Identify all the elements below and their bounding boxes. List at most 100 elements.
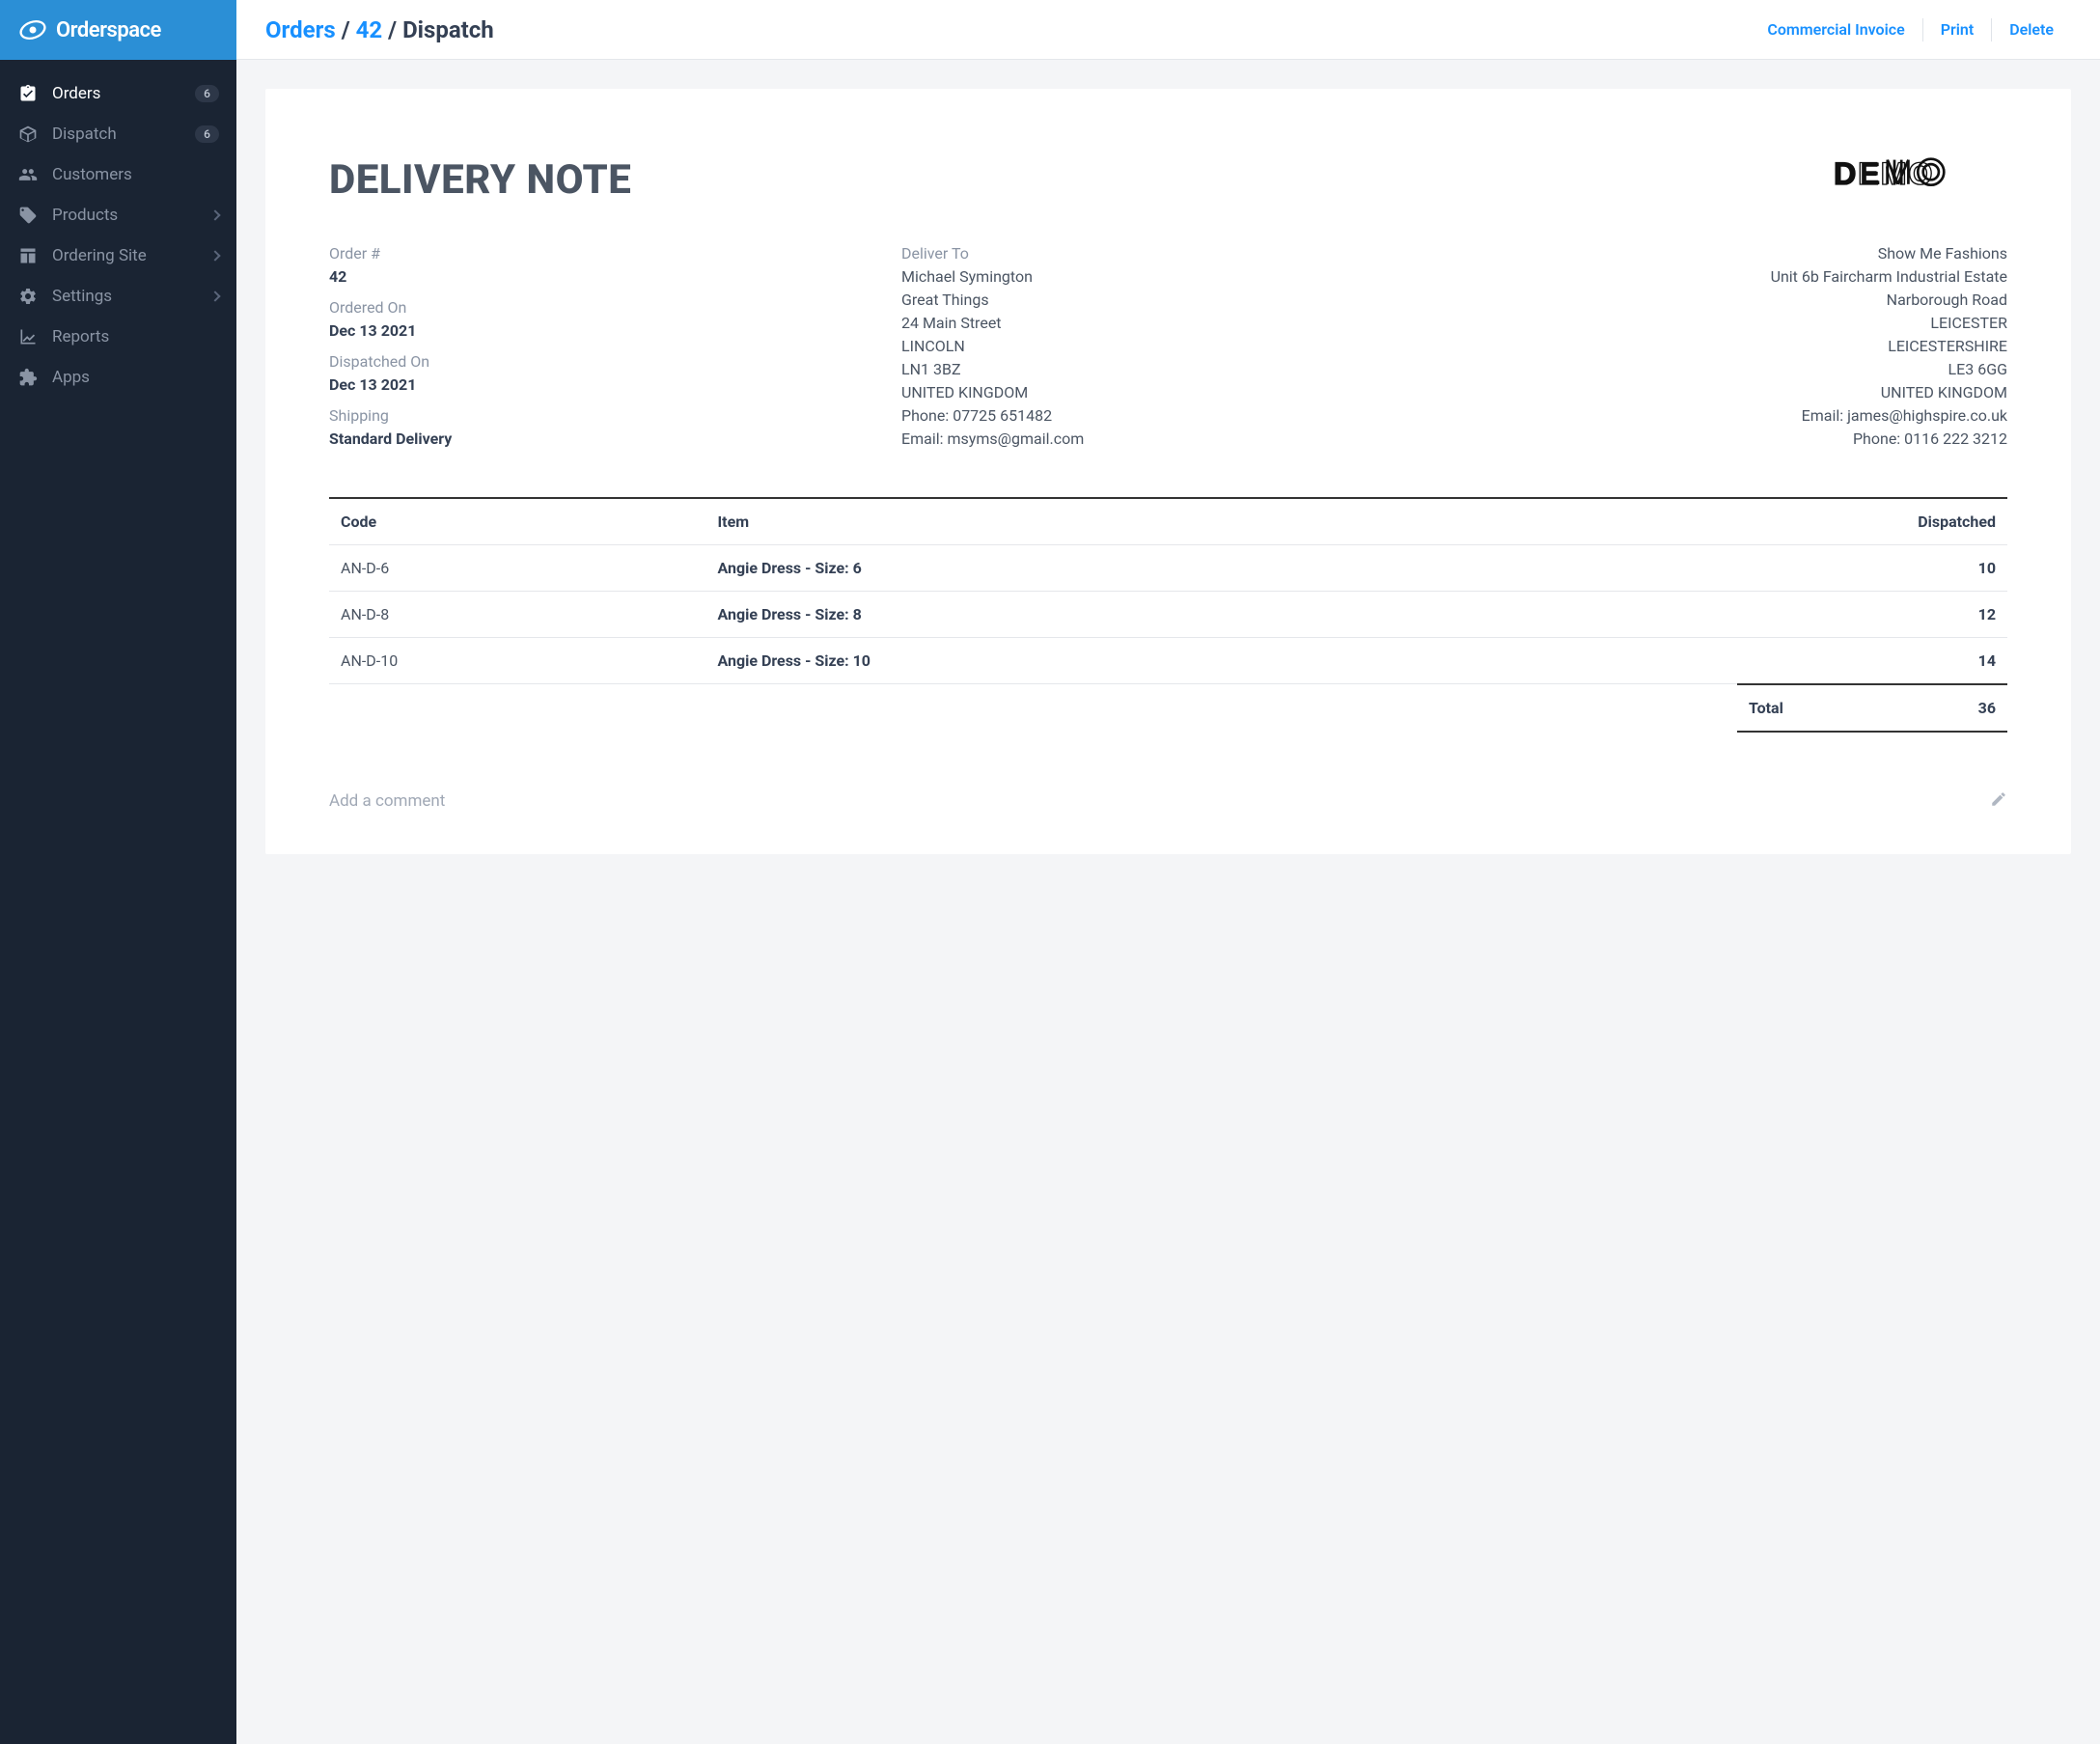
recipient-name: Michael Symington bbox=[901, 265, 1435, 289]
comment-placeholder: Add a comment bbox=[329, 791, 445, 811]
document-info: Order # 42 Ordered On Dec 13 2021 Dispat… bbox=[329, 242, 2007, 458]
recipient-country: UNITED KINGDOM bbox=[901, 381, 1435, 404]
sidebar-badge: 6 bbox=[195, 125, 219, 143]
deliver-to-column: Deliver To Michael Symington Great Thing… bbox=[901, 242, 1435, 458]
sidebar-item-reports[interactable]: Reports bbox=[0, 317, 236, 357]
sender-phone: Phone: 0116 222 3212 bbox=[1474, 428, 2007, 451]
total-label: Total bbox=[1749, 699, 1783, 717]
company-logo: DEMO D E bbox=[1834, 156, 2007, 195]
sender-line1: Unit 6b Faircharm Industrial Estate bbox=[1474, 265, 2007, 289]
sidebar-item-label: Settings bbox=[52, 287, 198, 306]
website-icon bbox=[17, 245, 39, 266]
delete-link[interactable]: Delete bbox=[1992, 20, 2071, 39]
people-icon bbox=[17, 164, 39, 185]
recipient-street: 24 Main Street bbox=[901, 312, 1435, 335]
sidebar-item-products[interactable]: Products bbox=[0, 195, 236, 235]
chart-line-icon bbox=[17, 326, 39, 347]
breadcrumb-orders-link[interactable]: Orders bbox=[265, 16, 336, 43]
svg-text:D: D bbox=[1834, 156, 1858, 191]
dispatched-on: Dec 13 2021 bbox=[329, 374, 863, 397]
table-row: AN-D-8 Angie Dress - Size: 8 12 bbox=[329, 592, 2007, 638]
clipboard-check-icon bbox=[17, 83, 39, 104]
dispatched-on-label: Dispatched On bbox=[329, 350, 863, 374]
delivery-note-document: DELIVERY NOTE DEMO D E bbox=[265, 89, 2071, 854]
pencil-icon[interactable] bbox=[1990, 790, 2007, 812]
sidebar-item-settings[interactable]: Settings bbox=[0, 276, 236, 317]
sidebar-header: Orderspace bbox=[0, 0, 236, 60]
tag-icon bbox=[17, 205, 39, 226]
sender-company: Show Me Fashions bbox=[1474, 242, 2007, 265]
recipient-email: Email: msyms@gmail.com bbox=[901, 428, 1435, 451]
cell-dispatched: 10 bbox=[1533, 545, 2007, 592]
chevron-right-icon bbox=[209, 291, 220, 301]
breadcrumb-order-id-link[interactable]: 42 bbox=[356, 16, 383, 43]
table-row: AN-D-6 Angie Dress - Size: 6 10 bbox=[329, 545, 2007, 592]
sender-postcode: LE3 6GG bbox=[1474, 358, 2007, 381]
sidebar-item-label: Dispatch bbox=[52, 125, 181, 144]
sidebar-item-label: Customers bbox=[52, 165, 219, 184]
gear-icon bbox=[17, 286, 39, 307]
order-num: 42 bbox=[329, 265, 863, 289]
ordered-on: Dec 13 2021 bbox=[329, 319, 863, 343]
sender-column: Show Me Fashions Unit 6b Faircharm Indus… bbox=[1474, 242, 2007, 458]
shipping-label: Shipping bbox=[329, 404, 863, 428]
deliver-to-label: Deliver To bbox=[901, 242, 1435, 265]
sender-country: UNITED KINGDOM bbox=[1474, 381, 2007, 404]
header-code: Code bbox=[329, 498, 705, 545]
sidebar: Orderspace Orders 6 Dispatch 6 Customers… bbox=[0, 0, 236, 1744]
document-header: DELIVERY NOTE DEMO D E bbox=[329, 156, 2007, 204]
recipient-postcode: LN1 3BZ bbox=[901, 358, 1435, 381]
package-icon bbox=[17, 124, 39, 145]
sidebar-nav: Orders 6 Dispatch 6 Customers Products O… bbox=[0, 60, 236, 398]
total-value: 36 bbox=[1978, 699, 1996, 717]
cell-item: Angie Dress - Size: 6 bbox=[705, 545, 1533, 592]
table-row: AN-D-10 Angie Dress - Size: 10 14 bbox=[329, 638, 2007, 684]
brand-name: Orderspace bbox=[56, 18, 161, 42]
recipient-city: LINCOLN bbox=[901, 335, 1435, 358]
sidebar-item-label: Orders bbox=[52, 84, 181, 103]
brand-logo-icon bbox=[19, 16, 46, 43]
sender-region: LEICESTERSHIRE bbox=[1474, 335, 2007, 358]
sidebar-item-apps[interactable]: Apps bbox=[0, 357, 236, 398]
header-item: Item bbox=[705, 498, 1533, 545]
sender-city: LEICESTER bbox=[1474, 312, 2007, 335]
cell-code: AN-D-6 bbox=[329, 545, 705, 592]
sidebar-badge: 6 bbox=[195, 85, 219, 102]
puzzle-icon bbox=[17, 367, 39, 388]
ordered-on-label: Ordered On bbox=[329, 296, 863, 319]
content-area: DELIVERY NOTE DEMO D E bbox=[236, 60, 2100, 883]
breadcrumb: Orders/42/Dispatch bbox=[265, 16, 494, 43]
breadcrumb-current: Dispatch bbox=[402, 16, 494, 43]
sidebar-item-ordering-site[interactable]: Ordering Site bbox=[0, 235, 236, 276]
cell-code: AN-D-10 bbox=[329, 638, 705, 684]
cell-code: AN-D-8 bbox=[329, 592, 705, 638]
sidebar-item-dispatch[interactable]: Dispatch 6 bbox=[0, 114, 236, 154]
cell-dispatched: 14 bbox=[1533, 638, 2007, 684]
cell-item: Angie Dress - Size: 8 bbox=[705, 592, 1533, 638]
comment-section[interactable]: Add a comment bbox=[329, 790, 2007, 812]
chevron-right-icon bbox=[209, 250, 220, 261]
cell-item: Angie Dress - Size: 10 bbox=[705, 638, 1533, 684]
order-info-column: Order # 42 Ordered On Dec 13 2021 Dispat… bbox=[329, 242, 863, 458]
sidebar-item-customers[interactable]: Customers bbox=[0, 154, 236, 195]
print-link[interactable]: Print bbox=[1923, 20, 1992, 39]
total-row: Total 36 bbox=[329, 684, 2007, 733]
sidebar-item-label: Products bbox=[52, 206, 198, 225]
shipping-method: Standard Delivery bbox=[329, 428, 863, 451]
main-content: Orders/42/Dispatch Commercial Invoice Pr… bbox=[236, 0, 2100, 1744]
chevron-right-icon bbox=[209, 209, 220, 220]
sidebar-item-label: Apps bbox=[52, 368, 219, 387]
sidebar-item-label: Ordering Site bbox=[52, 246, 198, 265]
header-dispatched: Dispatched bbox=[1533, 498, 2007, 545]
top-actions: Commercial Invoice Print Delete bbox=[1750, 18, 2071, 42]
sidebar-item-label: Reports bbox=[52, 327, 219, 346]
sidebar-item-orders[interactable]: Orders 6 bbox=[0, 73, 236, 114]
sender-line2: Narborough Road bbox=[1474, 289, 2007, 312]
items-table: Code Item Dispatched AN-D-6 Angie Dress … bbox=[329, 497, 2007, 684]
commercial-invoice-link[interactable]: Commercial Invoice bbox=[1750, 20, 1921, 39]
cell-dispatched: 12 bbox=[1533, 592, 2007, 638]
recipient-company: Great Things bbox=[901, 289, 1435, 312]
top-bar: Orders/42/Dispatch Commercial Invoice Pr… bbox=[236, 0, 2100, 60]
svg-text:E: E bbox=[1860, 156, 1882, 191]
document-title: DELIVERY NOTE bbox=[329, 156, 631, 204]
